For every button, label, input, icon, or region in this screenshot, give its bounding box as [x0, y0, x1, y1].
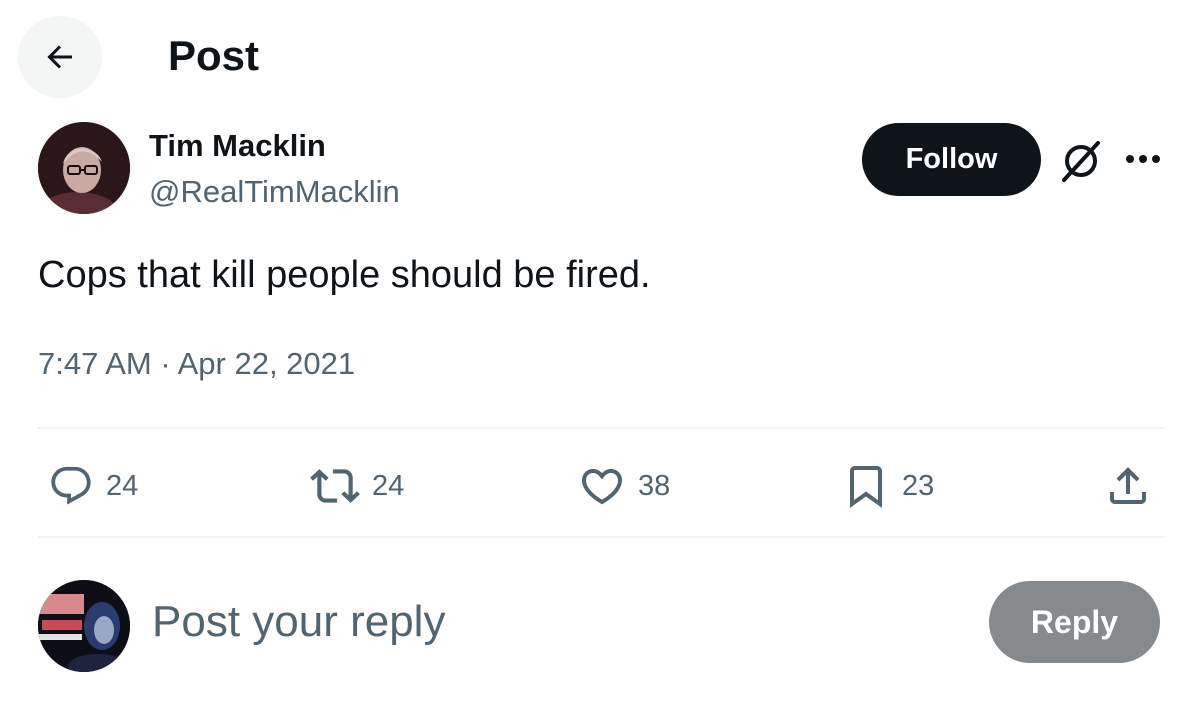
bookmark-icon — [850, 466, 882, 508]
share-icon — [1110, 467, 1146, 504]
follow-button[interactable]: Follow — [862, 123, 1041, 196]
author-name[interactable]: Tim Macklin — [149, 126, 326, 166]
grok-icon[interactable] — [1056, 138, 1106, 184]
reply-button[interactable]: Reply — [989, 581, 1160, 663]
divider-bottom — [38, 536, 1164, 538]
bookmark-action-button[interactable]: 23 — [842, 458, 934, 514]
share-action-button[interactable] — [1104, 458, 1152, 514]
post-date[interactable]: Apr 22, 2021 — [178, 346, 356, 381]
post-time[interactable]: 7:47 AM — [38, 346, 152, 381]
more-horizontal-icon[interactable] — [1122, 146, 1164, 172]
heart-icon — [581, 469, 623, 505]
page-title: Post — [168, 32, 260, 79]
reply-input[interactable] — [152, 592, 942, 652]
meta-separator: · — [160, 346, 171, 381]
post-text: Cops that kill people should be fired. — [38, 254, 651, 296]
repost-action-button[interactable]: 24 — [310, 458, 404, 514]
reply-action-button[interactable]: 24 — [48, 458, 138, 514]
like-action-button[interactable]: 38 — [578, 458, 670, 514]
post-timestamp[interactable]: 7:47 AM · Apr 22, 2021 — [38, 343, 355, 385]
repost-icon — [310, 469, 360, 503]
divider-top — [38, 427, 1164, 429]
current-user-avatar[interactable] — [38, 580, 130, 672]
comment-icon — [51, 466, 91, 505]
like-count: 38 — [638, 469, 671, 502]
author-handle[interactable]: @RealTimMacklin — [149, 172, 400, 212]
back-button[interactable] — [18, 16, 102, 98]
arrow-left-icon — [47, 45, 72, 69]
repost-count: 24 — [372, 469, 405, 502]
reply-count: 24 — [106, 469, 139, 502]
bookmark-count: 23 — [902, 469, 935, 502]
author-avatar[interactable] — [38, 122, 130, 214]
